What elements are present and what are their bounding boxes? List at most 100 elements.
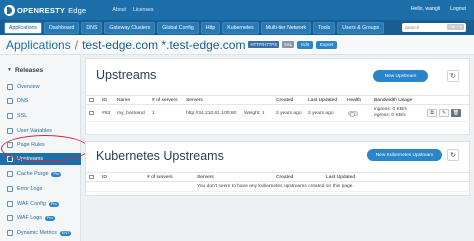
tab-http[interactable]: Http	[200, 21, 221, 34]
row-server: http://34.210.61.100:80	[186, 110, 237, 116]
search-input[interactable]: Search Ctrl + K	[402, 23, 466, 32]
col-health[interactable]: Health	[347, 96, 361, 104]
row-actions: ⧉ ✎ 🗑	[427, 105, 463, 121]
health-toggle[interactable]	[348, 105, 358, 121]
ent-badge: ENT	[59, 230, 72, 236]
row-id: #93	[102, 110, 111, 116]
sidebar-item-waf-config[interactable]: WAF Config Pro	[0, 198, 81, 210]
shield-icon	[7, 215, 13, 221]
highlight-ellipse	[1, 135, 89, 162]
breadcrumb-applications[interactable]: Applications	[6, 38, 71, 52]
k8s-table-header: ID # of servers Servers Created Last Upd…	[86, 172, 471, 182]
delete-icon[interactable]: 🗑	[451, 109, 461, 117]
search-shortcut: Ctrl + K	[447, 24, 464, 30]
refresh-button[interactable]: ↻	[447, 70, 459, 82]
top-nav: About Licenses	[112, 7, 160, 13]
view-icon[interactable]: ⧉	[427, 109, 437, 117]
col-last-updated[interactable]: Last Updated	[308, 96, 337, 104]
sidebar-item-error-logs[interactable]: Error Logs	[0, 183, 81, 195]
sidebar-item-ssl[interactable]: SSL	[0, 110, 81, 122]
cache-icon	[7, 171, 13, 177]
row-checkbox[interactable]	[89, 105, 94, 121]
top-bar: OPENRESTY Edge About Licenses Hello, wan…	[0, 0, 474, 20]
main-tabs: Applications Dashboard DNS Gateway Clust…	[0, 20, 474, 35]
tab-applications[interactable]: Applications	[4, 21, 42, 34]
lock-icon	[7, 113, 13, 119]
sidebar-item-waf-logs[interactable]: WAF Logs Pro	[0, 212, 81, 224]
col-servers[interactable]: Servers	[197, 173, 214, 181]
openresty-logo-icon	[4, 4, 15, 16]
sidebar-item-label: DNS	[17, 98, 29, 104]
col-created[interactable]: Created	[276, 173, 293, 181]
shield-icon	[7, 201, 13, 207]
sidebar-item-label: Dynamic Metrics	[17, 230, 57, 236]
tab-tools[interactable]: Tools	[313, 21, 336, 34]
edit-button[interactable]: Edit	[297, 40, 314, 49]
metrics-icon	[7, 230, 13, 236]
sidebar-item-dynamic-metrics[interactable]: Dynamic Metrics ENT	[0, 227, 81, 239]
sidebar-item-overview[interactable]: Overview	[0, 81, 81, 93]
tab-gateway-clusters[interactable]: Gateway Clusters	[104, 21, 156, 34]
ssl-badge: SSL	[281, 41, 295, 48]
refresh-icon: ↻	[450, 152, 456, 159]
col-id[interactable]: ID	[102, 96, 107, 104]
variable-icon	[7, 128, 13, 134]
search-placeholder: Search	[405, 25, 420, 30]
col-last-updated[interactable]: Last Updated	[326, 173, 355, 181]
tab-users-groups[interactable]: Users & Groups	[337, 21, 385, 34]
licenses-link[interactable]: Licenses	[133, 7, 153, 13]
new-upstream-button[interactable]: New Upstream	[373, 70, 428, 82]
egress-rate: egress: 0 KB/s	[374, 113, 406, 118]
page-title: test-edge.com *.test-edge.com	[82, 37, 246, 52]
tab-kubernetes[interactable]: Kubernetes	[222, 21, 259, 34]
logout-link[interactable]: Logout	[450, 6, 466, 12]
brand-name: OPENRESTY	[17, 5, 66, 15]
about-link[interactable]: About	[112, 7, 126, 13]
pro-badge: Pro	[48, 201, 59, 207]
row-updated: 2 years ago	[308, 110, 334, 116]
col-name[interactable]: Name	[117, 96, 130, 104]
user-menu: Hello, wangli Logout	[411, 6, 466, 12]
brand-logo[interactable]: OPENRESTY Edge	[4, 4, 87, 16]
pro-badge: Pro	[44, 215, 55, 221]
col-server-count[interactable]: # of servers	[147, 173, 173, 181]
k8s-select-all-checkbox[interactable]	[89, 173, 94, 181]
row-name[interactable]: my_backend	[117, 105, 145, 121]
sidebar-item-cache-purge[interactable]: Cache Purge Pro	[0, 168, 81, 180]
upstreams-table-header: ID Name # of servers Servers Created Las…	[86, 95, 471, 105]
new-k8s-upstream-button[interactable]: New Kubernetes Upstream	[367, 149, 442, 161]
caret-down-icon: ▼	[7, 67, 12, 73]
user-greeting[interactable]: Hello, wangli	[411, 6, 440, 12]
sidebar-item-label: Overview	[17, 84, 40, 90]
table-row[interactable]: #93 my_backend 1 http://34.210.61.100:80…	[86, 105, 471, 122]
refresh-icon: ↻	[450, 73, 456, 80]
col-id[interactable]: ID	[102, 173, 107, 181]
row-created: 2 years ago	[276, 110, 302, 116]
sidebar-item-label: SSL	[17, 113, 28, 119]
sidebar-heading[interactable]: ▼ Releases	[0, 65, 81, 75]
empty-message: You don't seem to have any kubernetes up…	[197, 184, 354, 189]
export-button[interactable]: Export	[316, 40, 338, 49]
k8s-refresh-button[interactable]: ↻	[447, 149, 459, 161]
row-bandwidth: ingress: 0 KB/s egress: 0 KB/s	[374, 105, 407, 121]
dns-icon	[7, 98, 13, 104]
product-name: Edge	[68, 5, 87, 15]
tab-global-config[interactable]: Global Config	[157, 21, 199, 34]
col-created[interactable]: Created	[276, 96, 293, 104]
tab-dns[interactable]: DNS	[81, 21, 103, 34]
upstreams-title: Upstreams	[96, 68, 157, 82]
col-server-count[interactable]: # of servers	[152, 96, 178, 104]
sidebar-heading-label: Releases	[14, 66, 44, 74]
edit-icon[interactable]: ✎	[439, 109, 449, 117]
overview-icon	[7, 84, 13, 90]
col-bandwidth[interactable]: Bandwidth Usage	[374, 96, 412, 104]
sidebar-item-dns[interactable]: DNS	[0, 95, 81, 107]
row-weight: Weight: 1	[244, 110, 265, 116]
select-all-checkbox[interactable]	[89, 96, 94, 104]
col-servers[interactable]: Servers	[186, 96, 203, 104]
tab-multi-tier-network[interactable]: Multi-tier Network	[260, 21, 312, 34]
sidebar-item-label: User Variables	[17, 128, 52, 134]
tab-dashboard[interactable]: Dashboard	[43, 21, 80, 34]
sidebar-item-label: Cache Purge	[17, 171, 49, 177]
log-icon	[7, 186, 13, 192]
